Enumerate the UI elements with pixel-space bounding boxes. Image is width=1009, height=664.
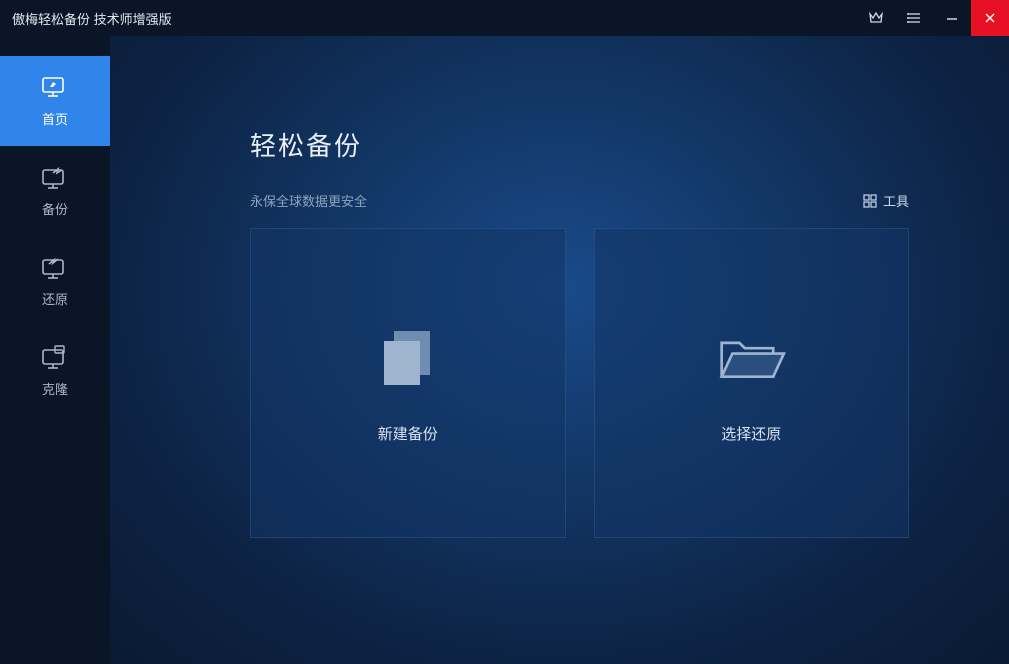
- grid-icon: [863, 194, 877, 208]
- page-subtitle: 永保全球数据更安全: [250, 191, 367, 210]
- clone-icon: [40, 345, 70, 371]
- sidebar-item-label: 备份: [42, 199, 68, 218]
- tools-link[interactable]: 工具: [863, 191, 909, 210]
- titlebar: 傲梅轻松备份 技术师增强版: [0, 0, 1009, 36]
- sidebar-item-label: 首页: [42, 109, 68, 128]
- home-icon: [40, 75, 70, 101]
- main-content: 轻松备份 永保全球数据更安全 工具 新建备份: [110, 36, 1009, 664]
- close-button[interactable]: [971, 0, 1009, 36]
- restore-icon: [40, 255, 70, 281]
- page-title: 轻松备份: [250, 126, 909, 163]
- menu-icon[interactable]: [895, 0, 933, 36]
- folder-open-icon: [711, 323, 791, 393]
- titlebar-controls: [857, 0, 1009, 36]
- sidebar-item-label: 克隆: [42, 379, 68, 398]
- card-choose-restore[interactable]: 选择还原: [594, 228, 910, 538]
- card-label: 新建备份: [378, 423, 438, 444]
- app-title: 傲梅轻松备份 技术师增强版: [12, 9, 172, 28]
- card-label: 选择还原: [721, 423, 781, 444]
- card-new-backup[interactable]: 新建备份: [250, 228, 566, 538]
- crown-icon[interactable]: [857, 0, 895, 36]
- minimize-button[interactable]: [933, 0, 971, 36]
- sidebar-item-home[interactable]: 首页: [0, 56, 110, 146]
- sidebar-item-clone[interactable]: 克隆: [0, 326, 110, 416]
- documents-icon: [368, 323, 448, 393]
- sidebar-item-backup[interactable]: 备份: [0, 146, 110, 236]
- tools-label: 工具: [883, 191, 909, 210]
- sidebar-item-restore[interactable]: 还原: [0, 236, 110, 326]
- backup-icon: [40, 165, 70, 191]
- sidebar-item-label: 还原: [42, 289, 68, 308]
- sidebar: 首页 备份 还原 克隆: [0, 36, 110, 664]
